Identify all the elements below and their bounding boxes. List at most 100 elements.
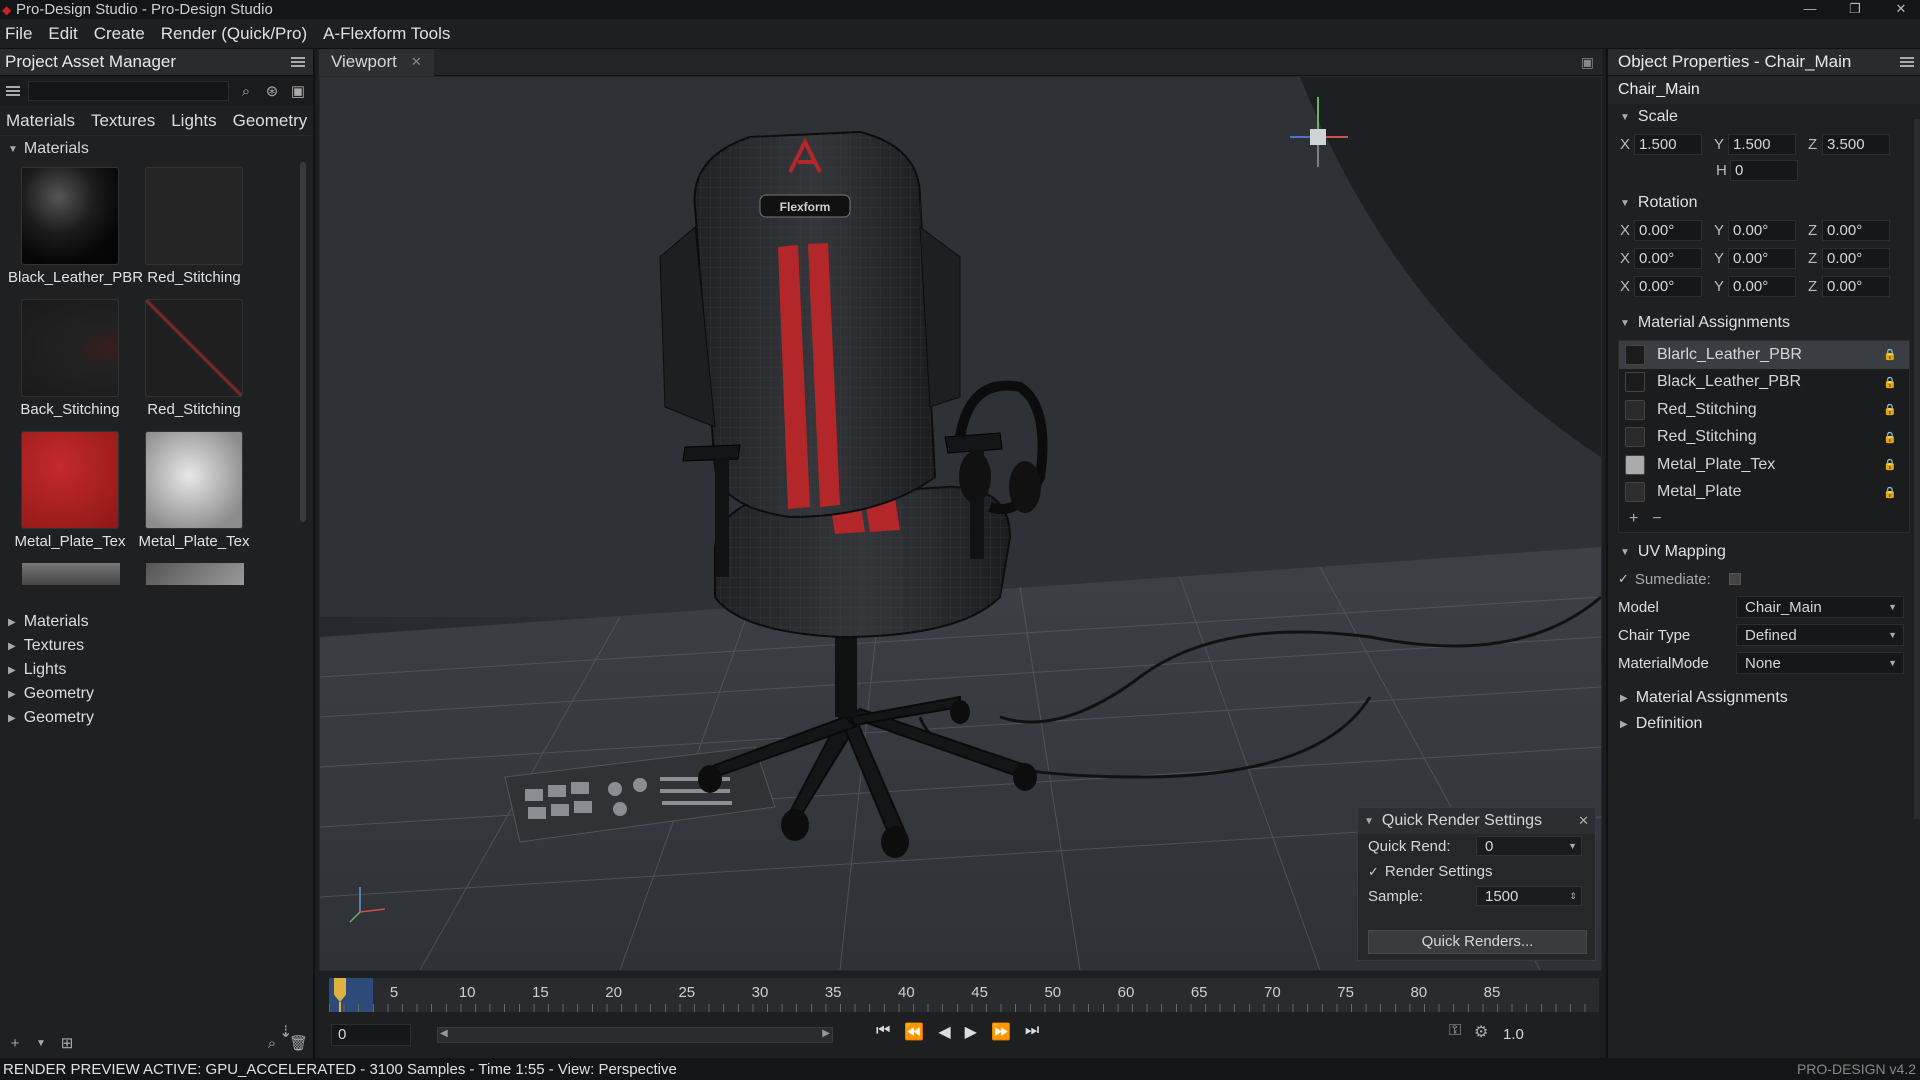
materials-group-header[interactable]: ▼ Materials <box>0 136 313 162</box>
scale-y-field[interactable]: 1.500 <box>1728 133 1796 155</box>
checkbox[interactable] <box>1728 573 1741 585</box>
skip-start-icon[interactable]: ⏮ <box>876 1022 890 1042</box>
section-material-assignments[interactable]: ▼ Material Assignments <box>1608 310 1920 336</box>
search-icon[interactable]: ⌕ <box>237 83 255 100</box>
scroll-left-icon[interactable]: ◀ <box>440 1028 448 1039</box>
skip-end-icon[interactable]: ⏭ <box>1025 1022 1039 1042</box>
lock-icon[interactable]: 🔒 <box>1883 431 1897 444</box>
maximize-viewport-icon[interactable]: ▣ <box>1581 54 1594 71</box>
tree-item[interactable]: ▶ Geometry <box>0 682 310 706</box>
section-material-assignments-collapsed[interactable]: ▶ Material Assignments <box>1608 685 1920 711</box>
chair-type-select[interactable]: Defined ▼ <box>1736 624 1904 646</box>
section-scale[interactable]: ▼ Scale <box>1608 104 1920 130</box>
section-uv-mapping[interactable]: ▼ UV Mapping <box>1608 539 1920 565</box>
menu-create[interactable]: Create <box>86 24 153 44</box>
panel-menu-icon[interactable] <box>1900 57 1914 67</box>
checkmark-icon[interactable]: ✓ <box>1618 571 1629 587</box>
material-tile[interactable]: Black_Leather_PBR <box>8 167 143 286</box>
model-select[interactable]: Chair_Main ▼ <box>1736 596 1904 618</box>
fast-forward-icon[interactable]: ⏩ <box>991 1022 1011 1042</box>
scale-z-field[interactable]: 3.500 <box>1822 133 1890 155</box>
menu-render[interactable]: Render (Quick/Pro) <box>153 24 315 44</box>
menu-edit[interactable]: Edit <box>40 24 85 44</box>
section-definition[interactable]: ▶ Definition <box>1608 711 1920 737</box>
material-tile[interactable]: Red_Stitching <box>132 167 256 286</box>
rotation-x-field[interactable]: 0.00° <box>1634 247 1702 269</box>
material-tile[interactable]: Metal_Plate_Tex <box>132 431 256 550</box>
list-item[interactable]: Metal_Plate 🔒 <box>1619 479 1909 507</box>
add-icon[interactable]: + <box>6 1035 24 1052</box>
checkmark-icon[interactable]: ✓ <box>1368 864 1379 880</box>
menu-file[interactable]: File <box>0 24 40 44</box>
material-tile[interactable]: Metal_Plate_Tex <box>8 431 132 550</box>
section-rotation[interactable]: ▼ Rotation <box>1608 190 1920 216</box>
current-frame-input[interactable]: 0 <box>331 1024 411 1046</box>
tree-item[interactable]: ▶ Textures <box>0 634 310 658</box>
scrollbar[interactable] <box>1914 119 1920 819</box>
frame-step-icon[interactable]: ⇣ <box>279 1022 292 1042</box>
tab-materials[interactable]: Materials <box>6 111 75 131</box>
rotation-y-field[interactable]: 0.00° <box>1728 247 1796 269</box>
rotation-z-field[interactable]: 0.00° <box>1822 275 1890 297</box>
filter-icon[interactable]: ⊛ <box>263 82 281 100</box>
tab-lights[interactable]: Lights <box>171 111 216 131</box>
grid-view-icon[interactable]: ⊞ <box>58 1034 76 1052</box>
key-icon[interactable]: ⚿ <box>1449 1022 1461 1040</box>
menu-flexform-tools[interactable]: A-Flexform Tools <box>315 24 458 44</box>
render-settings-row[interactable]: ✓ Render Settings <box>1358 859 1595 884</box>
sample-stepper[interactable]: 1500 ⇕ <box>1476 886 1582 906</box>
tree-item[interactable]: ▶ Geometry <box>0 706 310 730</box>
material-mode-select[interactable]: None ▼ <box>1736 652 1904 674</box>
list-menu-icon[interactable] <box>6 86 20 96</box>
remove-icon[interactable]: − <box>1652 510 1661 528</box>
sumediate-row[interactable]: ✓ Sumediate: <box>1608 565 1920 593</box>
stepper-arrows-icon[interactable]: ⇕ <box>1569 891 1577 902</box>
close-window-icon[interactable]: ✕ <box>1886 0 1916 19</box>
timeline-scrollbar[interactable]: ◀ ▶ <box>437 1027 833 1043</box>
tab-geometry[interactable]: Geometry <box>233 111 308 131</box>
rotation-z-field[interactable]: 0.00° <box>1822 219 1890 241</box>
material-tile[interactable]: Red_Stitching <box>132 299 256 418</box>
rewind-icon[interactable]: ⏪ <box>904 1022 924 1042</box>
lock-icon[interactable]: 🔒 <box>1883 403 1897 416</box>
playback-speed-field[interactable]: 1.0 <box>1499 1024 1579 1046</box>
minimize-icon[interactable]: — <box>1795 0 1825 19</box>
panel-menu-icon[interactable] <box>291 57 305 67</box>
rotation-z-field[interactable]: 0.00° <box>1822 247 1890 269</box>
lock-icon[interactable]: 🔒 <box>1883 486 1897 499</box>
timeline-ruler[interactable]: 5 10 15 20 25 30 35 40 45 50 60 65 70 75 80 85 <box>329 978 1599 1012</box>
close-icon[interactable]: ✕ <box>1578 813 1589 829</box>
scale-x-field[interactable]: 1.500 <box>1634 133 1702 155</box>
tree-item[interactable]: ▶ Materials <box>0 610 310 634</box>
tab-textures[interactable]: Textures <box>91 111 155 131</box>
step-back-icon[interactable]: ◀ <box>938 1022 950 1042</box>
quick-rend-select[interactable]: 0 ▼ <box>1476 836 1582 856</box>
rotation-y-field[interactable]: 0.00° <box>1728 275 1796 297</box>
list-item[interactable]: Red_Stitching 🔒 <box>1619 396 1909 424</box>
play-icon[interactable]: ▶ <box>965 1022 977 1042</box>
material-tile[interactable]: Back_Stitching <box>8 299 132 418</box>
restore-icon[interactable]: ❐ <box>1840 0 1870 19</box>
tree-item[interactable]: ▶ Lights <box>0 658 310 682</box>
quick-renders-button[interactable]: Quick Renders... <box>1368 930 1587 954</box>
asset-search-input[interactable] <box>28 81 229 101</box>
lock-icon[interactable]: 🔒 <box>1883 376 1897 389</box>
scale-h-field[interactable]: 0 <box>1730 159 1798 181</box>
rotation-y-field[interactable]: 0.00° <box>1728 219 1796 241</box>
list-item[interactable]: Black_Leather_PBR 🔒 <box>1619 369 1909 397</box>
rotation-x-field[interactable]: 0.00° <box>1634 275 1702 297</box>
add-icon[interactable]: + <box>1629 510 1638 528</box>
list-item[interactable]: Metal_Plate_Tex 🔒 <box>1619 451 1909 479</box>
chevron-down-icon[interactable]: ▼ <box>32 1038 50 1049</box>
list-item[interactable]: Red_Stitching 🔒 <box>1619 424 1909 452</box>
close-tab-icon[interactable]: ✕ <box>411 54 422 70</box>
list-item[interactable]: Blarlc_Leather_PBR 🔒 <box>1619 341 1909 369</box>
collapse-arrow-icon[interactable]: ▼ <box>1364 816 1374 827</box>
lock-icon[interactable]: 🔒 <box>1883 458 1897 471</box>
rotation-x-field[interactable]: 0.00° <box>1634 219 1702 241</box>
lock-icon[interactable]: 🔒 <box>1883 348 1897 361</box>
tab-viewport[interactable]: Viewport ✕ <box>319 48 434 76</box>
folder-icon[interactable]: ▣ <box>289 82 307 100</box>
scroll-right-icon[interactable]: ▶ <box>822 1028 830 1039</box>
gear-icon[interactable]: ⚙ <box>1474 1022 1488 1042</box>
